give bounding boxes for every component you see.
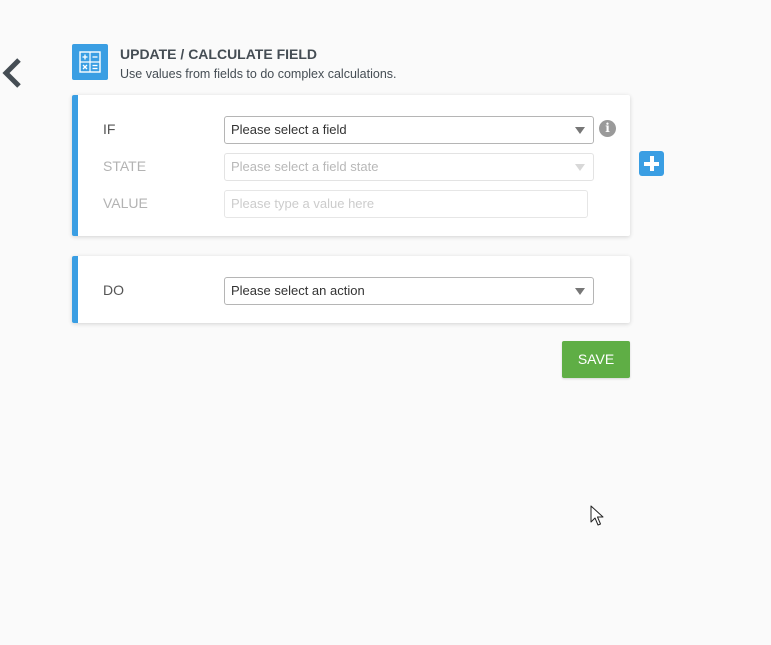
value-input-placeholder: Please type a value here <box>231 196 375 211</box>
dropdown-arrow-icon <box>575 127 585 134</box>
chevron-left-icon <box>2 58 21 88</box>
page-subtitle: Use values from fields to do complex cal… <box>120 67 397 81</box>
do-row: DO Please select an action <box>72 276 630 305</box>
do-label: DO <box>103 282 124 298</box>
action-select-value: Please select an action <box>231 283 365 298</box>
if-row: IF Please select a field i <box>72 115 630 144</box>
condition-card: IF Please select a field i STATE Please … <box>72 95 630 236</box>
dropdown-arrow-icon <box>575 288 585 295</box>
state-row: STATE Please select a field state <box>72 152 630 181</box>
page-title: UPDATE / CALCULATE FIELD <box>120 46 318 62</box>
page-header: UPDATE / CALCULATE FIELD Use values from… <box>72 44 397 83</box>
state-label: STATE <box>103 158 147 174</box>
save-button[interactable]: SAVE <box>562 341 630 378</box>
state-select[interactable]: Please select a field state <box>224 153 594 181</box>
back-button[interactable] <box>0 58 26 88</box>
info-icon[interactable]: i <box>599 120 616 137</box>
if-field-select[interactable]: Please select a field <box>224 116 594 144</box>
value-input[interactable]: Please type a value here <box>224 190 588 218</box>
state-select-value: Please select a field state <box>231 159 379 174</box>
if-field-select-value: Please select a field <box>231 122 347 137</box>
if-label: IF <box>103 121 116 137</box>
calculator-icon <box>72 44 108 80</box>
value-row: VALUE Please type a value here <box>72 189 630 218</box>
dropdown-arrow-icon <box>575 164 585 171</box>
mouse-cursor-icon <box>590 505 604 526</box>
action-card: DO Please select an action <box>72 256 630 323</box>
add-condition-button[interactable] <box>639 151 664 176</box>
header-text: UPDATE / CALCULATE FIELD Use values from… <box>120 44 397 83</box>
action-select[interactable]: Please select an action <box>224 277 594 305</box>
value-label: VALUE <box>103 195 148 211</box>
